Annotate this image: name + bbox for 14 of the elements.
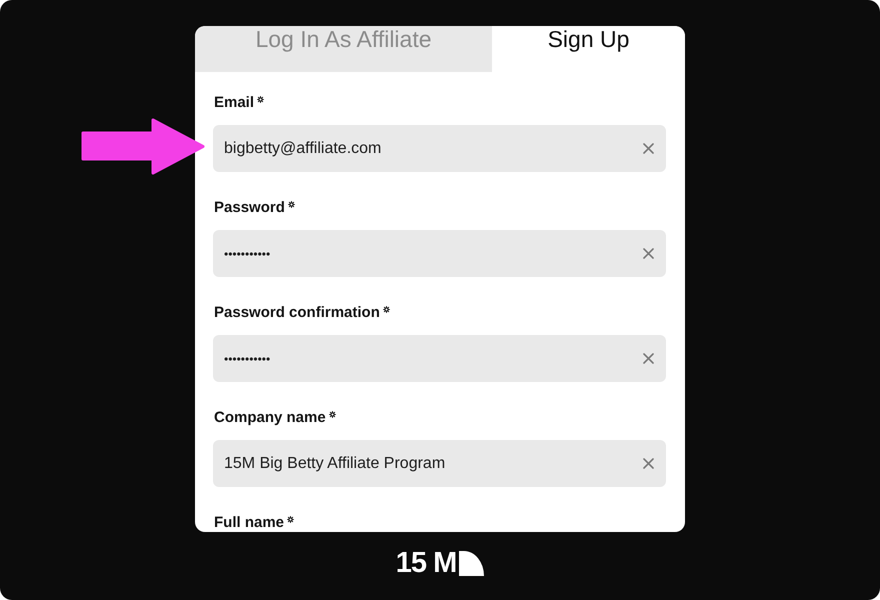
text-input[interactable]: bigbetty@affiliate.com: [213, 125, 666, 172]
logo-text: 15 M: [396, 549, 456, 578]
clear-icon[interactable]: [643, 458, 654, 469]
password-input[interactable]: •••••••••••: [213, 230, 666, 277]
field-label: Company name: [214, 408, 326, 428]
field-label: Password confirmation: [214, 303, 380, 323]
clear-icon[interactable]: [643, 353, 654, 364]
field-label: Full name: [214, 513, 284, 532]
password-input[interactable]: •••••••••••: [213, 335, 666, 382]
field-label: Email: [214, 93, 254, 113]
text-input[interactable]: 15M Big Betty Affiliate Program: [213, 440, 666, 487]
clear-icon[interactable]: [643, 143, 654, 154]
field-label: Password: [214, 198, 285, 218]
clear-icon[interactable]: [643, 248, 654, 259]
